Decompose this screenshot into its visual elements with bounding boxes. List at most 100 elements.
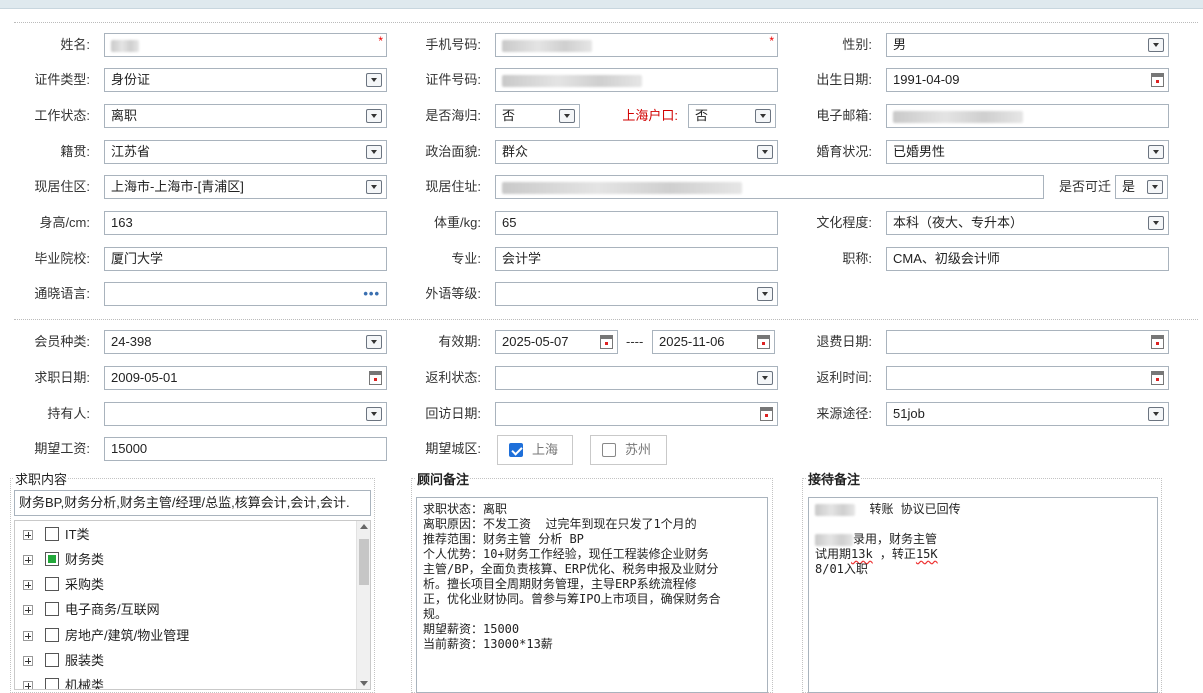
calendar-icon[interactable]: [600, 335, 613, 349]
calendar-icon[interactable]: [1151, 73, 1164, 87]
advisor-note-textarea[interactable]: 求职状态：离职 离职原因：不发工资 过完年到现在只发了1个月的 推荐范围：财务主管 …: [416, 497, 768, 693]
checkbox-icon[interactable]: [45, 527, 59, 541]
note-text: 录用，财务主管: [853, 532, 938, 546]
visit-date-label: 回访日期:: [425, 406, 481, 421]
tree-item[interactable]: 机械类: [23, 676, 343, 689]
chevron-down-icon[interactable]: [366, 407, 382, 421]
expect-salary-field[interactable]: 15000: [104, 437, 387, 461]
major-label: 专业:: [451, 251, 481, 266]
native-select[interactable]: 江苏省: [104, 140, 387, 164]
expand-plus-icon[interactable]: [23, 555, 33, 565]
work-status-select[interactable]: 离职: [104, 104, 387, 128]
chevron-down-icon[interactable]: [366, 335, 382, 349]
city-checkbox-suzhou[interactable]: 苏州: [590, 435, 667, 465]
calendar-icon[interactable]: [1151, 371, 1164, 385]
chevron-down-icon[interactable]: [757, 145, 773, 159]
note-text: 试用期: [815, 547, 852, 561]
cur-addr-field[interactable]: [495, 175, 1044, 199]
tree-item[interactable]: IT类: [23, 525, 343, 545]
title-field[interactable]: CMA、初级会计师: [886, 247, 1169, 271]
marital-select[interactable]: 已婚男性: [886, 140, 1169, 164]
chevron-down-icon[interactable]: [366, 73, 382, 87]
reception-note-textarea[interactable]: 转账 协议已回传 录用，财务主管 试用期13k ，转正15K 8/01入职: [808, 497, 1158, 693]
job-content-input[interactable]: 财务BP,财务分析,财务主管/经理/总监,核算会计,会计,会计.: [14, 490, 371, 516]
expand-plus-icon[interactable]: [23, 631, 33, 641]
chevron-down-icon[interactable]: [755, 109, 771, 123]
id-type-select[interactable]: 身份证: [104, 68, 387, 92]
checkbox-icon[interactable]: [45, 577, 59, 591]
valid-to-field[interactable]: 2025-11-06: [652, 330, 775, 354]
checkbox-icon[interactable]: [45, 602, 59, 616]
expand-plus-icon[interactable]: [23, 580, 33, 590]
sh-hukou-value: 否: [695, 108, 709, 123]
expect-salary-label: 期望工资:: [34, 441, 90, 456]
calendar-icon[interactable]: [757, 335, 770, 349]
expand-plus-icon[interactable]: [23, 656, 33, 666]
returnee-select[interactable]: 否: [495, 104, 580, 128]
scroll-thumb[interactable]: [359, 539, 369, 585]
tree-item[interactable]: 电子商务/互联网: [23, 600, 343, 620]
rebate-time-field[interactable]: [886, 366, 1169, 390]
weight-field[interactable]: 65: [495, 211, 778, 235]
birth-date-field[interactable]: 1991-04-09: [886, 68, 1169, 92]
sh-hukou-select[interactable]: 否: [688, 104, 776, 128]
holder-select[interactable]: [104, 402, 387, 426]
valid-from-field[interactable]: 2025-05-07: [495, 330, 618, 354]
tree-item-label: 服装类: [65, 653, 105, 668]
education-select[interactable]: 本科（夜大、专升本）: [886, 211, 1169, 235]
chevron-down-icon[interactable]: [559, 109, 575, 123]
cur-area-select[interactable]: 上海市-上海市-[青浦区]: [104, 175, 387, 199]
name-field[interactable]: *: [104, 33, 387, 57]
language-field[interactable]: •••: [104, 282, 387, 306]
chevron-down-icon[interactable]: [366, 109, 382, 123]
job-date-field[interactable]: 2009-05-01: [104, 366, 387, 390]
political-select[interactable]: 群众: [495, 140, 778, 164]
email-field[interactable]: [886, 104, 1169, 128]
height-field[interactable]: 163: [104, 211, 387, 235]
relocate-select[interactable]: 是: [1115, 175, 1168, 199]
chevron-down-icon[interactable]: [366, 145, 382, 159]
tree-item[interactable]: 采购类: [23, 575, 343, 595]
tree-item[interactable]: 房地产/建筑/物业管理: [23, 626, 343, 646]
member-type-select[interactable]: 24-398: [104, 330, 387, 354]
checkbox-partial-icon[interactable]: [45, 552, 59, 566]
tree-scrollbar[interactable]: [356, 521, 370, 689]
rebate-status-select[interactable]: [495, 366, 778, 390]
checkbox-checked-icon[interactable]: [509, 443, 523, 457]
expand-plus-icon[interactable]: [23, 605, 33, 615]
scroll-down-icon[interactable]: [360, 681, 368, 686]
source-select[interactable]: 51job: [886, 402, 1169, 426]
job-content-value: 财务BP,财务分析,财务主管/经理/总监,核算会计,会计,会计.: [19, 495, 350, 510]
school-field[interactable]: 厦门大学: [104, 247, 387, 271]
refund-date-field[interactable]: [886, 330, 1169, 354]
gender-select[interactable]: 男: [886, 33, 1169, 57]
chevron-down-icon[interactable]: [1148, 216, 1164, 230]
checkbox-icon[interactable]: [45, 653, 59, 667]
chevron-down-icon[interactable]: [1148, 38, 1164, 52]
tree-item[interactable]: 服装类: [23, 651, 343, 671]
scroll-up-icon[interactable]: [360, 524, 368, 529]
calendar-icon[interactable]: [1151, 335, 1164, 349]
major-field[interactable]: 会计学: [495, 247, 778, 271]
visit-date-field[interactable]: [495, 402, 778, 426]
calendar-icon[interactable]: [760, 407, 773, 421]
chevron-down-icon[interactable]: [1148, 145, 1164, 159]
mobile-field[interactable]: *: [495, 33, 778, 57]
foreign-level-select[interactable]: [495, 282, 778, 306]
expand-plus-icon[interactable]: [23, 530, 33, 540]
city-checkbox-shanghai[interactable]: 上海: [497, 435, 573, 465]
tree-item[interactable]: 财务类: [23, 550, 343, 570]
calendar-icon[interactable]: [369, 371, 382, 385]
chevron-down-icon[interactable]: [366, 180, 382, 194]
checkbox-icon[interactable]: [45, 628, 59, 642]
valid-separator: ----: [626, 334, 644, 349]
chevron-down-icon[interactable]: [1148, 407, 1164, 421]
id-no-field[interactable]: [495, 68, 778, 92]
checkbox-icon[interactable]: [602, 443, 616, 457]
chevron-down-icon[interactable]: [757, 371, 773, 385]
chevron-down-icon[interactable]: [757, 287, 773, 301]
redacted-text: [815, 533, 853, 546]
more-icon[interactable]: •••: [363, 283, 380, 305]
checkbox-icon[interactable]: [45, 678, 59, 689]
chevron-down-icon[interactable]: [1147, 180, 1163, 194]
